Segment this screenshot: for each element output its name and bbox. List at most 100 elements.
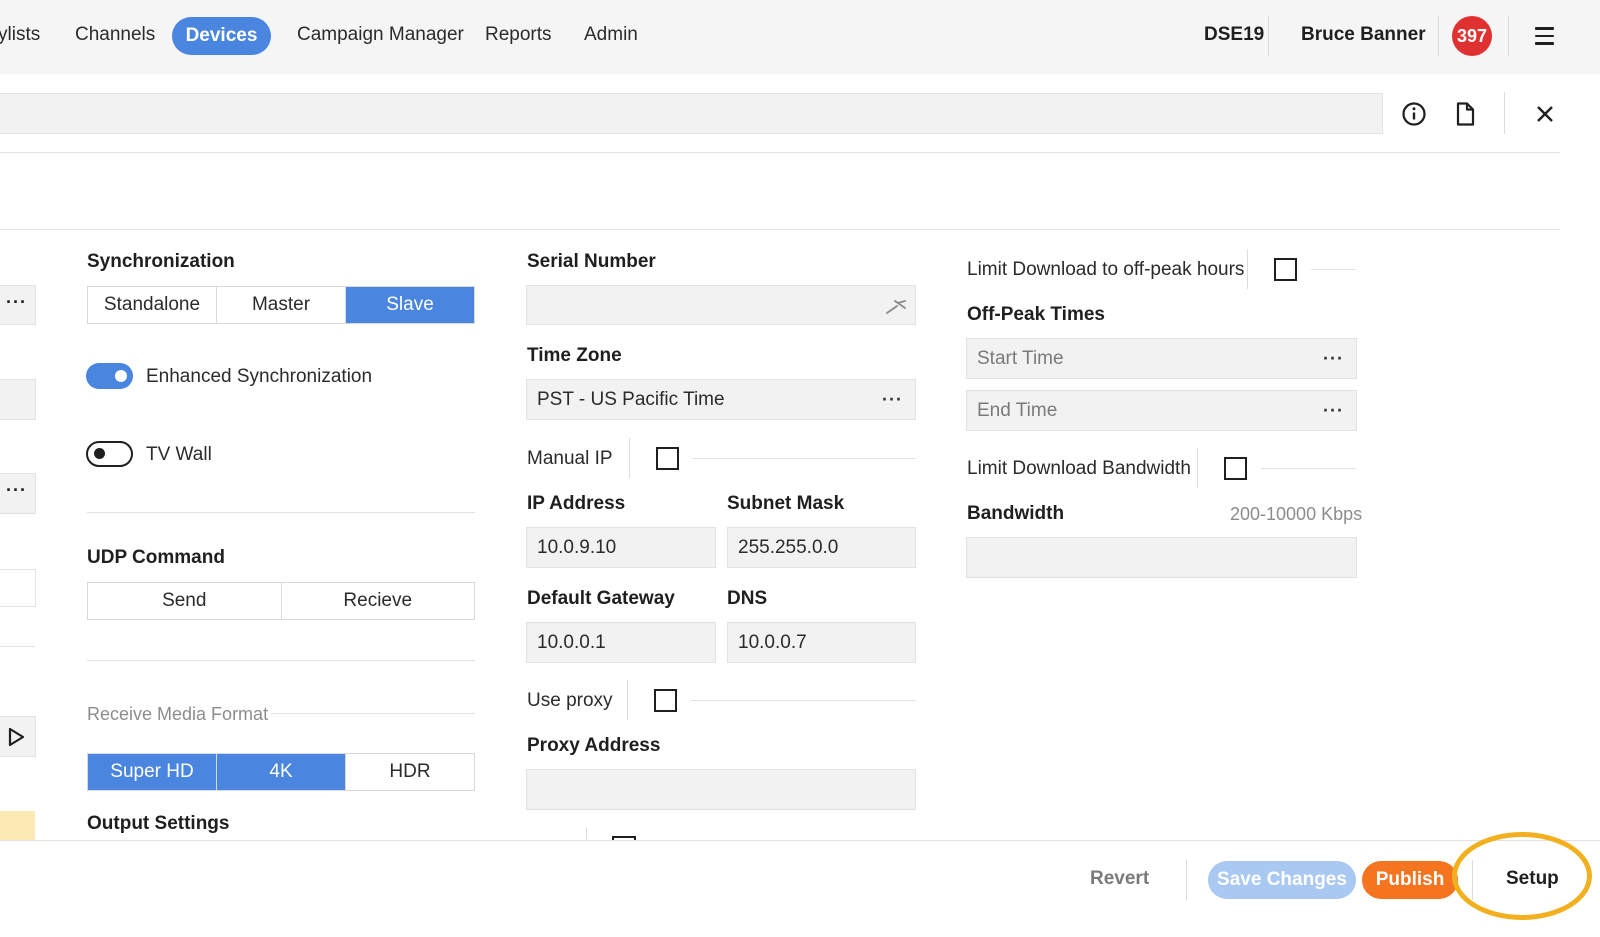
time-zone-label: Time Zone	[527, 345, 622, 366]
offpeak-times-label: Off-Peak Times	[967, 304, 1105, 325]
divider	[0, 152, 1560, 153]
publish-button[interactable]: Publish	[1362, 861, 1458, 899]
media-option-super-hd[interactable]: Super HD	[88, 754, 217, 790]
nav-item-playlists[interactable]: ylists	[0, 24, 40, 46]
edge-field[interactable]: ···	[0, 285, 36, 325]
sync-option-master[interactable]: Master	[217, 287, 346, 323]
udp-option-send[interactable]: Send	[88, 583, 282, 619]
end-time-placeholder: End Time	[977, 399, 1058, 421]
action-bar	[0, 840, 1600, 937]
enhanced-sync-toggle[interactable]	[86, 363, 133, 389]
offpeak-limit-label: Limit Download to off-peak hours	[967, 259, 1245, 280]
more-icon[interactable]: ···	[882, 389, 903, 410]
tv-wall-label: TV Wall	[146, 444, 212, 465]
divider	[586, 828, 587, 840]
edge-highlight-field	[0, 811, 35, 840]
media-option-hdr[interactable]: HDR	[346, 754, 474, 790]
nav-item-campaign-manager[interactable]: Campaign Manager	[297, 24, 464, 46]
default-gateway-field[interactable]: 10.0.0.1	[526, 622, 716, 663]
bandwidth-label: Bandwidth	[967, 503, 1065, 524]
hamburger-menu-icon[interactable]	[1535, 27, 1554, 45]
ip-address-field[interactable]: 10.0.9.10	[526, 527, 716, 568]
start-time-placeholder: Start Time	[977, 347, 1064, 369]
divider	[1508, 16, 1509, 56]
udp-option-receive[interactable]: Recieve	[281, 583, 474, 619]
offpeak-start-time-field[interactable]: Start Time ···	[966, 338, 1357, 379]
more-icon[interactable]: ···	[6, 292, 27, 313]
info-icon[interactable]	[1400, 100, 1428, 128]
edge-field[interactable]	[0, 379, 36, 420]
offpeak-limit-checkbox[interactable]	[1274, 258, 1297, 281]
serial-number-label: Serial Number	[527, 251, 656, 272]
divider	[1197, 448, 1198, 488]
pin-icon	[886, 300, 906, 314]
more-icon[interactable]: ···	[6, 480, 27, 501]
sync-option-standalone[interactable]: Standalone	[88, 287, 217, 323]
divider	[87, 512, 475, 513]
edge-field[interactable]: ···	[0, 473, 36, 514]
org-switcher[interactable]: DSE19	[1204, 24, 1264, 46]
serial-number-field[interactable]	[526, 285, 916, 325]
sync-option-slave[interactable]: Slave	[346, 287, 474, 323]
ip-address-label: IP Address	[527, 493, 626, 514]
user-menu[interactable]: Bruce Banner	[1301, 24, 1426, 46]
sync-label: Synchronization	[87, 251, 235, 272]
tv-wall-toggle[interactable]	[86, 441, 133, 467]
close-icon[interactable]	[1531, 100, 1559, 128]
document-icon[interactable]	[1451, 100, 1479, 128]
divider	[629, 438, 630, 478]
edge-field[interactable]	[0, 569, 36, 607]
bandwidth-limit-label: Limit Download Bandwidth	[967, 458, 1191, 479]
bandwidth-limit-checkbox[interactable]	[1224, 457, 1247, 480]
bandwidth-hint: 200-10000 Kbps	[1230, 504, 1363, 524]
edge-field[interactable]	[0, 716, 36, 757]
more-icon[interactable]: ···	[1323, 400, 1344, 421]
divider	[1268, 16, 1269, 56]
nav-item-devices[interactable]: Devices	[172, 17, 271, 55]
output-settings-label: Output Settings	[87, 813, 230, 834]
save-changes-button[interactable]: Save Changes	[1208, 861, 1356, 899]
proxy-address-field[interactable]	[526, 769, 916, 810]
udp-selector: Send Recieve	[87, 582, 475, 620]
bandwidth-field[interactable]	[966, 537, 1357, 578]
divider	[692, 458, 916, 459]
more-icon[interactable]: ···	[1323, 348, 1344, 369]
nav-item-channels[interactable]: Channels	[75, 24, 155, 46]
notification-badge[interactable]: 397	[1452, 16, 1492, 56]
media-format-selector: Super HD 4K HDR	[87, 753, 475, 791]
divider	[1311, 269, 1356, 270]
offpeak-end-time-field[interactable]: End Time ···	[966, 390, 1357, 431]
play-icon[interactable]	[6, 727, 26, 747]
divider	[0, 646, 35, 647]
dns-value: 10.0.0.7	[738, 631, 807, 653]
time-zone-select[interactable]: PST - US Pacific Time ···	[526, 379, 916, 420]
time-zone-value: PST - US Pacific Time	[537, 388, 725, 410]
subnet-mask-field[interactable]: 255.255.0.0	[727, 527, 916, 568]
media-option-4k[interactable]: 4K	[217, 754, 346, 790]
manual-ip-label: Manual IP	[527, 448, 613, 469]
nav-item-admin[interactable]: Admin	[584, 24, 638, 46]
ip-address-value: 10.0.9.10	[537, 536, 617, 558]
default-gateway-value: 10.0.0.1	[537, 631, 606, 653]
divider	[1247, 249, 1248, 289]
manual-ip-checkbox[interactable]	[656, 447, 679, 470]
revert-button[interactable]: Revert	[1090, 868, 1149, 890]
top-nav: ylists Channels Devices Campaign Manager…	[0, 0, 1600, 74]
subnet-mask-value: 255.255.0.0	[738, 536, 839, 558]
default-gateway-label: Default Gateway	[527, 588, 675, 609]
dns-field[interactable]: 10.0.0.7	[727, 622, 916, 663]
nav-item-reports[interactable]: Reports	[485, 24, 552, 46]
divider	[0, 229, 1560, 230]
device-name-bar[interactable]	[0, 93, 1383, 134]
media-format-label: Receive Media Format	[87, 704, 269, 724]
use-proxy-checkbox[interactable]	[654, 689, 677, 712]
divider	[1261, 468, 1356, 469]
use-proxy-label: Use proxy	[527, 690, 613, 711]
dns-label: DNS	[727, 588, 768, 609]
divider	[1438, 16, 1439, 56]
udp-label: UDP Command	[87, 547, 225, 568]
divider	[1186, 860, 1187, 900]
sync-mode-selector: Standalone Master Slave	[87, 286, 475, 324]
divider	[1504, 92, 1505, 134]
enhanced-sync-label: Enhanced Synchronization	[146, 366, 373, 387]
